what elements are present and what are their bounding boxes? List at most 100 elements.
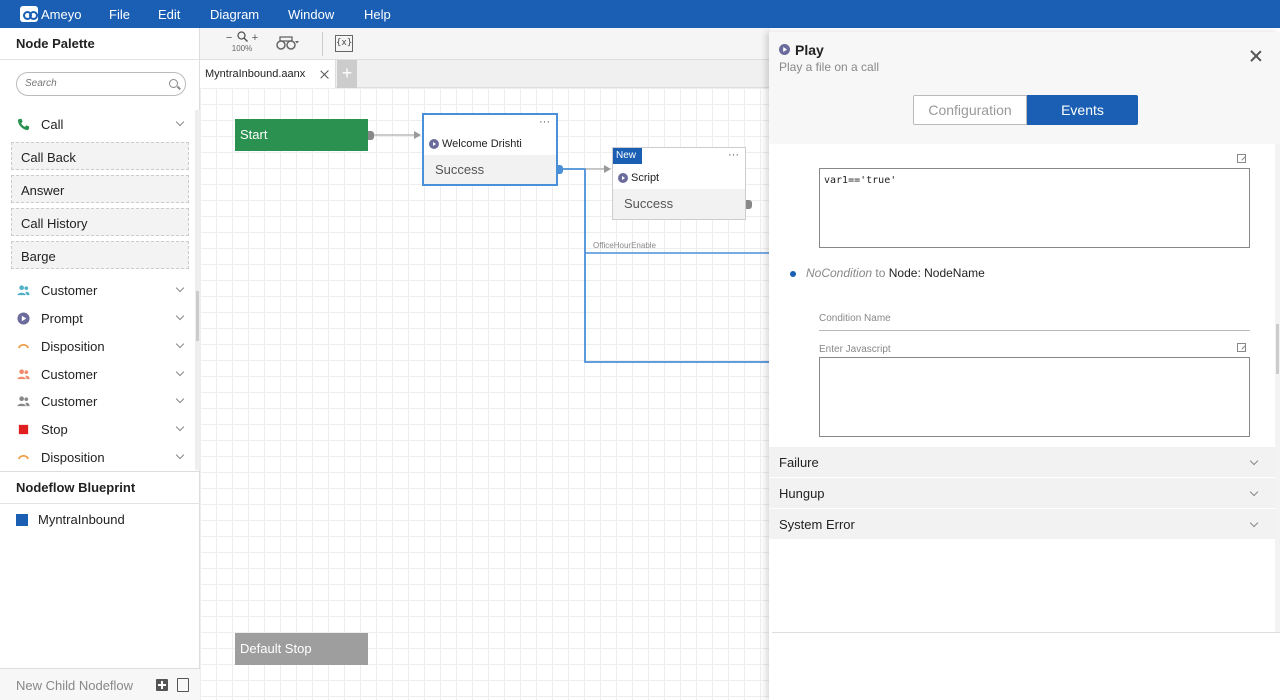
palette-group-disposition[interactable]: Disposition — [0, 334, 195, 358]
panel-subtitle: Play a file on a call — [779, 60, 880, 74]
node-menu-icon[interactable]: ··· — [539, 116, 550, 128]
panel-scrollbar-thumb[interactable] — [1276, 324, 1279, 374]
section-label: Hungup — [779, 486, 825, 501]
panel-scrollbar[interactable] — [1275, 144, 1280, 632]
chevron-down-icon — [1249, 487, 1259, 497]
tab-label: MyntraInbound.aanx — [205, 68, 306, 80]
section-failure[interactable]: Failure — [769, 447, 1275, 477]
node-menu-icon[interactable]: ··· — [728, 149, 739, 161]
new-child-nodeflow-button[interactable]: New Child Nodeflow — [16, 678, 133, 693]
palette-header: Node Palette — [0, 28, 200, 60]
add-icon[interactable] — [156, 679, 168, 691]
palette-group-label: Customer — [41, 366, 98, 382]
tab-myntrainbound[interactable]: MyntraInbound.aanx — [200, 60, 336, 88]
palette-group-disposition[interactable]: Disposition — [0, 445, 195, 469]
variables-button[interactable]: {x} — [335, 35, 353, 52]
palette-group-label: Prompt — [41, 310, 83, 326]
javascript-editor[interactable] — [819, 357, 1250, 437]
condition-to: to — [875, 266, 886, 280]
welcome-drishti-node[interactable]: ··· Welcome Drishti Success — [422, 113, 558, 186]
node-output-port[interactable] — [746, 200, 752, 209]
tab-bar: MyntraInbound.aanx + — [200, 60, 770, 88]
palette-title: Node Palette — [16, 36, 95, 51]
chevron-down-icon[interactable] — [175, 450, 185, 460]
palette-group-label: Disposition — [41, 338, 105, 354]
disposition-icon — [17, 343, 30, 348]
section-hungup[interactable]: Hungup — [769, 478, 1275, 508]
blueprint-item-label: MyntraInbound — [38, 512, 125, 527]
chevron-down-icon[interactable] — [175, 311, 185, 321]
close-icon[interactable] — [320, 69, 330, 79]
palette-group-customer[interactable]: Customer — [0, 389, 195, 413]
panel-footer — [772, 632, 1280, 700]
binoculars-icon[interactable] — [276, 36, 300, 50]
play-icon — [779, 44, 790, 55]
canvas-toolbar: − + 100% {x} — [200, 28, 770, 60]
edge-label: OfficeHourEnable — [593, 241, 656, 250]
chevron-down-icon[interactable] — [175, 394, 185, 404]
palette-group-customer[interactable]: Customer — [0, 278, 195, 302]
start-node[interactable]: Start — [235, 119, 368, 151]
chevron-down-icon[interactable] — [175, 283, 185, 293]
condition-name-label: Condition Name — [819, 313, 891, 324]
zoom-in-button[interactable]: + — [252, 32, 258, 44]
palette-group-label: Stop — [41, 421, 68, 437]
menu-window[interactable]: Window — [288, 7, 334, 22]
palette-item-answer[interactable]: Answer — [11, 175, 189, 203]
node-output-port[interactable] — [557, 165, 563, 174]
node-output-success[interactable]: Success — [424, 155, 556, 184]
palette-group-customer[interactable]: Customer — [0, 362, 195, 386]
palette-group-label: Customer — [41, 393, 98, 409]
zoom-icon — [236, 31, 248, 43]
script-node[interactable]: New ··· Script Success — [612, 147, 746, 220]
start-node-port[interactable] — [368, 131, 374, 140]
expand-editor-icon[interactable] — [1237, 343, 1246, 352]
menu-file[interactable]: File — [109, 7, 130, 22]
palette-item-barge[interactable]: Barge — [11, 241, 189, 269]
palette-group-label: Disposition — [41, 449, 105, 465]
menu-edit[interactable]: Edit — [158, 7, 180, 22]
chevron-down-icon[interactable] — [175, 339, 185, 349]
nodeflow-icon — [16, 513, 28, 526]
left-panel: Node Palette Search Call Call Back Answe… — [0, 28, 200, 700]
palette-scrollbar-thumb[interactable] — [196, 291, 199, 341]
palette-item-call-back[interactable]: Call Back — [11, 142, 189, 170]
add-tab-button[interactable]: + — [337, 60, 357, 88]
tab-configuration[interactable]: Configuration — [913, 95, 1027, 125]
palette-group-stop[interactable]: Stop — [0, 417, 195, 441]
menu-diagram[interactable]: Diagram — [210, 7, 259, 22]
chevron-down-icon[interactable] — [175, 117, 185, 127]
chevron-down-icon[interactable] — [175, 422, 185, 432]
tab-events[interactable]: Events — [1027, 95, 1138, 125]
node-header: Welcome Drishti — [424, 138, 522, 150]
brand-name: Ameyo — [41, 6, 82, 22]
condition-name-input[interactable] — [819, 330, 1250, 331]
menu-help[interactable]: Help — [364, 7, 391, 22]
palette-group-prompt[interactable]: Prompt — [0, 306, 195, 330]
phone-icon — [17, 118, 30, 130]
search-icon[interactable] — [169, 79, 178, 88]
palette-group-label: Call — [41, 116, 64, 132]
close-icon[interactable] — [1250, 50, 1262, 62]
bullet-icon — [790, 271, 796, 277]
customer-icon — [17, 284, 30, 295]
zoom-level: 100% — [231, 44, 253, 53]
zoom-out-button[interactable]: − — [226, 32, 232, 44]
section-label: Failure — [779, 455, 819, 470]
brand: Ameyo — [20, 6, 110, 22]
node-title: Welcome Drishti — [442, 138, 522, 150]
javascript-editor[interactable]: var1=='true' — [819, 168, 1250, 248]
palette-item-call-history[interactable]: Call History — [11, 208, 189, 236]
node-output-success[interactable]: Success — [613, 189, 745, 219]
chevron-down-icon[interactable] — [175, 367, 185, 377]
default-stop-node[interactable]: Default Stop — [235, 633, 368, 665]
import-icon[interactable] — [177, 678, 189, 692]
palette-group-call[interactable]: Call — [0, 112, 195, 136]
expand-editor-icon[interactable] — [1237, 154, 1246, 163]
node-title: Script — [631, 172, 660, 184]
section-system-error[interactable]: System Error — [769, 509, 1275, 539]
search-input[interactable]: Search — [16, 72, 186, 96]
blueprint-item[interactable]: MyntraInbound — [16, 512, 125, 527]
customer-icon — [17, 368, 30, 379]
condition-target: Node: NodeName — [888, 266, 985, 280]
